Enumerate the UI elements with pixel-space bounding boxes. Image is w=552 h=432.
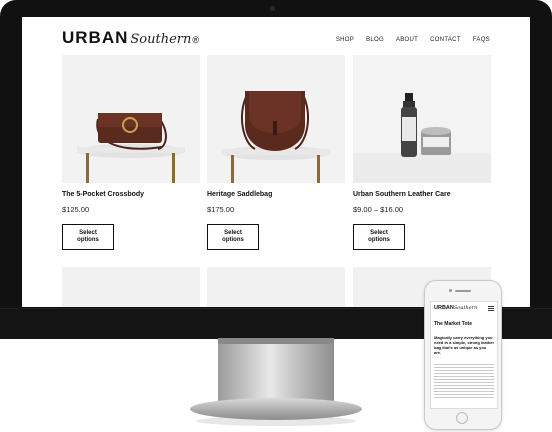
phone-logo-wordmark: URBAN bbox=[434, 305, 454, 311]
product-title[interactable]: Heritage Saddlebag bbox=[207, 191, 345, 198]
phone-post-intro: Magically carry everything you need in a… bbox=[434, 335, 495, 355]
product-card-saddlebag: Heritage Saddlebag $175.00 Select option… bbox=[207, 55, 345, 250]
leather-care-image bbox=[353, 55, 491, 183]
logo-wordmark: URBAN bbox=[62, 28, 129, 47]
phone-logo-script: Southern bbox=[453, 305, 478, 311]
product-card-leather-care: Urban Southern Leather Care $9.00 – $16.… bbox=[353, 55, 491, 250]
hamburger-menu-icon[interactable] bbox=[488, 306, 494, 312]
product-image-leather-care[interactable] bbox=[353, 55, 491, 183]
product-image-crossbody[interactable] bbox=[62, 55, 200, 183]
nav-blog[interactable]: BLOG bbox=[366, 37, 384, 43]
product-card-next-row[interactable] bbox=[62, 267, 200, 307]
product-price: $9.00 – $16.00 bbox=[353, 205, 404, 214]
logo-script: Southern bbox=[130, 32, 192, 47]
phone-screen: URBANSouthern The Market Tote Magically … bbox=[430, 301, 498, 409]
nav-faqs[interactable]: FAQS bbox=[473, 37, 490, 43]
nav-shop[interactable]: SHOP bbox=[336, 37, 354, 43]
product-card-crossbody: The 5-Pocket Crossbody $125.00 Select op… bbox=[62, 55, 200, 250]
nav-contact[interactable]: CONTACT bbox=[430, 37, 461, 43]
main-nav: SHOP BLOG ABOUT CONTACT FAQS bbox=[336, 37, 490, 43]
phone-speaker bbox=[455, 290, 471, 292]
product-title[interactable]: Urban Southern Leather Care bbox=[353, 191, 491, 198]
phone-site-logo[interactable]: URBANSouthern bbox=[434, 305, 477, 311]
nav-about[interactable]: ABOUT bbox=[396, 37, 418, 43]
monitor-screen: URBAN Southern® SHOP BLOG ABOUT CONTACT F… bbox=[22, 17, 530, 307]
phone-home-button[interactable] bbox=[456, 412, 468, 424]
crossbody-bag-image bbox=[62, 55, 200, 183]
camera-dot bbox=[270, 6, 275, 11]
select-options-button[interactable]: Select options bbox=[207, 224, 259, 250]
product-card-next-row[interactable] bbox=[207, 267, 345, 307]
logo-registered-mark: ® bbox=[192, 35, 200, 45]
site-logo[interactable]: URBAN Southern® bbox=[62, 28, 199, 50]
saddlebag-image bbox=[207, 55, 345, 183]
phone-post-title[interactable]: The Market Tote bbox=[434, 321, 472, 327]
product-image-saddlebag[interactable] bbox=[207, 55, 345, 183]
phone-body-text bbox=[434, 364, 494, 400]
phone-camera bbox=[449, 289, 452, 292]
select-options-button[interactable]: Select options bbox=[62, 224, 114, 250]
monitor-stand-base bbox=[190, 398, 362, 420]
select-options-button[interactable]: Select options bbox=[353, 224, 405, 250]
product-price: $175.00 bbox=[207, 205, 235, 214]
product-title[interactable]: The 5-Pocket Crossbody bbox=[62, 191, 200, 198]
product-price: $125.00 bbox=[62, 205, 90, 214]
phone-device: URBANSouthern The Market Tote Magically … bbox=[424, 280, 502, 430]
